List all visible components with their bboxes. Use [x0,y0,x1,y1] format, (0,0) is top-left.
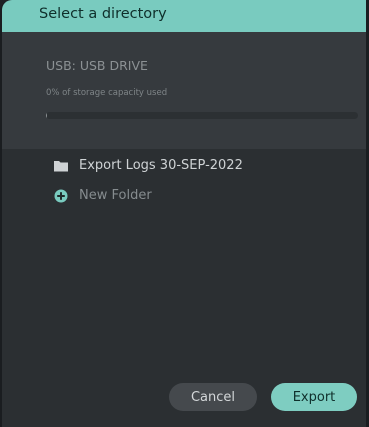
storage-device-label: USB: USB DRIVE [46,58,148,73]
storage-progress-bar [46,112,358,119]
storage-progress-fill [46,112,47,119]
new-folder-label: New Folder [79,188,152,203]
select-directory-dialog: Select a directory USB: USB DRIVE 0% of … [0,0,369,427]
folder-item-label: Export Logs 30-SEP-2022 [79,158,243,173]
export-button[interactable]: Export [271,383,357,411]
cancel-button[interactable]: Cancel [169,383,257,411]
plus-circle-icon [54,188,68,203]
dialog-header: Select a directory [2,0,366,32]
dialog-title: Select a directory [39,6,167,22]
storage-usage-text: 0% of storage capacity used [46,88,168,98]
folder-icon [54,158,68,172]
storage-panel: USB: USB DRIVE 0% of storage capacity us… [2,32,366,149]
